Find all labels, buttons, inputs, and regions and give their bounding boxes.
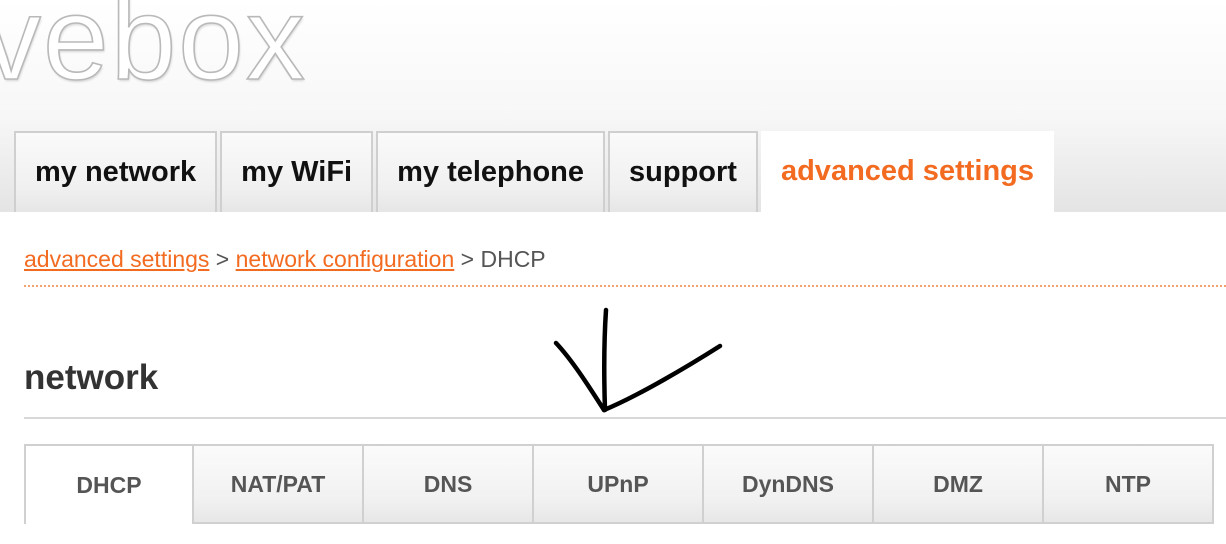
subtab-dhcp[interactable]: DHCP <box>24 444 194 524</box>
breadcrumb: advanced settings > network configuratio… <box>24 246 546 273</box>
subtab-dns[interactable]: DNS <box>364 444 534 524</box>
tab-support[interactable]: support <box>608 131 758 212</box>
sub-navigation: DHCP NAT/PAT DNS UPnP DynDNS DMZ NTP <box>24 444 1214 524</box>
subtab-dmz[interactable]: DMZ <box>874 444 1044 524</box>
breadcrumb-link-network-configuration[interactable]: network configuration <box>236 246 455 272</box>
breadcrumb-separator: > <box>454 246 481 272</box>
subtab-dyndns[interactable]: DynDNS <box>704 444 874 524</box>
tab-advanced-settings[interactable]: advanced settings <box>760 131 1054 212</box>
tab-my-telephone[interactable]: my telephone <box>376 131 606 212</box>
subtab-upnp[interactable]: UPnP <box>534 444 704 524</box>
brand-logo: vebox <box>0 0 307 105</box>
breadcrumb-current: DHCP <box>480 246 546 272</box>
breadcrumb-link-advanced-settings[interactable]: advanced settings <box>24 246 209 272</box>
main-navigation: my network my WiFi my telephone support … <box>14 131 1054 212</box>
tab-my-network[interactable]: my network <box>14 131 218 212</box>
breadcrumb-separator: > <box>209 246 236 272</box>
page-title: network <box>24 358 159 397</box>
dotted-divider <box>24 285 1226 287</box>
subtab-nat-pat[interactable]: NAT/PAT <box>194 444 364 524</box>
header-banner: vebox my network my WiFi my telephone su… <box>0 0 1226 212</box>
tab-my-wifi[interactable]: my WiFi <box>220 131 374 212</box>
subtab-ntp[interactable]: NTP <box>1044 444 1214 524</box>
hand-drawn-arrow-annotation <box>553 307 723 413</box>
